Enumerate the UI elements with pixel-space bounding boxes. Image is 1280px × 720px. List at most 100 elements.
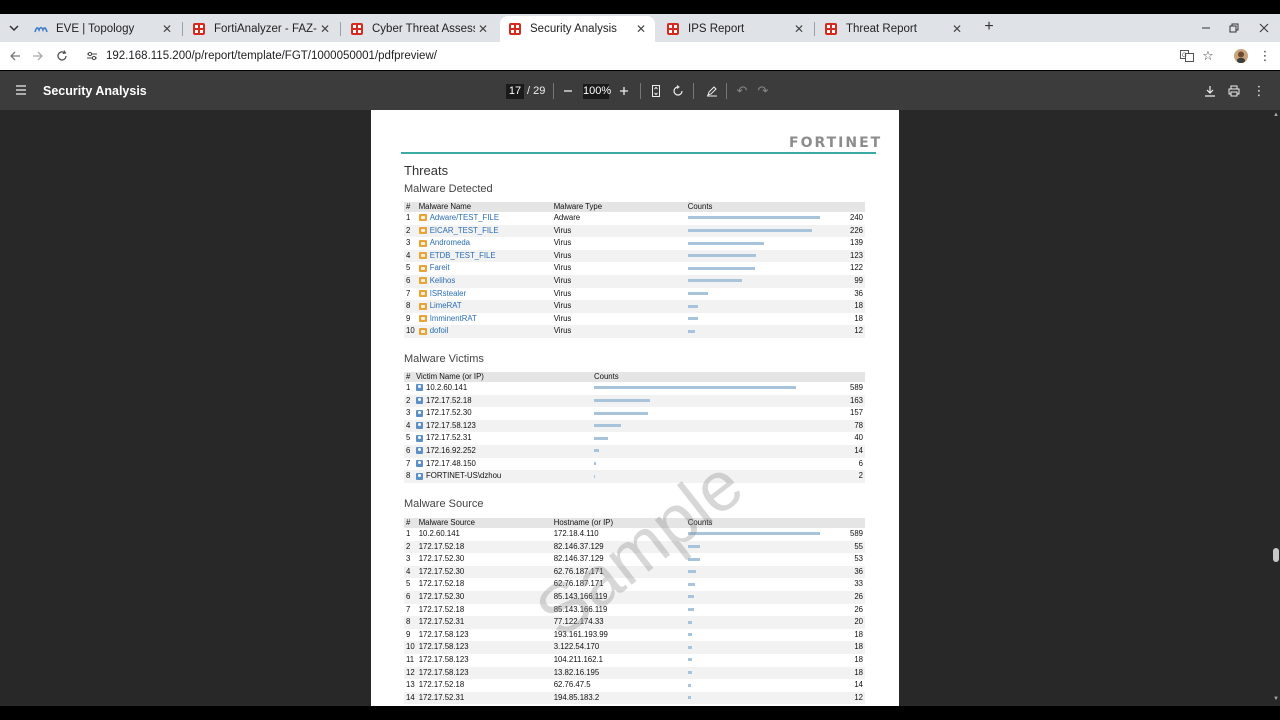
back-button[interactable] [5,46,25,66]
count-bar-cell [592,382,841,395]
hostname: 62.76.187.171 [551,565,686,579]
count-bar-cell [686,629,841,642]
scrollbar-thumb[interactable] [1273,548,1279,562]
sidebar-menu-button[interactable] [14,83,28,97]
fortinet-icon [666,22,680,36]
forward-button[interactable] [28,46,48,66]
translate-button[interactable]: G [1177,46,1197,66]
count-bar-cell [685,224,841,238]
tab-6[interactable]: Threat Report ✕ [816,16,971,42]
close-tab-icon[interactable]: ✕ [633,21,649,37]
close-tab-icon[interactable]: ✕ [475,21,491,37]
malware-source: 172.17.52.30 [416,565,552,579]
count-value: 18 [841,300,865,313]
close-tab-icon[interactable]: ✕ [791,21,807,37]
tab-4[interactable]: Security Analysis ✕ [500,16,655,42]
undo-button[interactable]: ↶ [733,82,751,100]
rotate-button[interactable] [669,82,687,100]
malware-name-link[interactable]: dofoil [430,326,449,335]
count-bar-cell [592,407,841,420]
row-index: 8 [404,616,417,629]
victim-name: 172.17.48.150 [414,458,592,471]
tab-2[interactable]: FortiAnalyzer - FAZ-01 - Reports✕ [184,16,339,42]
row-index: 6 [404,274,417,288]
fit-page-button[interactable] [647,82,665,100]
row-index: 12 [404,666,417,680]
count-value: 163 [841,394,865,408]
restore-button[interactable] [1224,18,1244,38]
profile-button[interactable] [1231,46,1251,66]
table-row: 9 ImminentRAT Virus 18 [404,313,865,326]
close-window-button[interactable] [1254,18,1274,38]
close-tab-icon[interactable]: ✕ [317,21,333,37]
scroll-up-icon[interactable]: ▲ [1273,112,1279,118]
malware-name-link[interactable]: LimeRAT [430,301,462,310]
tab-1[interactable]: EVE | Topology ✕ [26,16,181,42]
close-tab-icon[interactable]: ✕ [159,21,175,37]
browser-menu-button[interactable]: ⋮ [1255,46,1275,66]
reload-button[interactable] [52,46,72,66]
table-row: 10 dofoil Virus 12 [404,325,865,338]
page-total: / 29 [527,85,546,97]
site-info-icon[interactable] [84,48,100,64]
malware-name-link[interactable]: Kelihos [430,276,456,285]
zoom-input[interactable]: 100% [583,84,611,99]
table-row: 8 FORTINET-US\dzhou 2 [404,470,865,483]
minimize-button[interactable] [1196,18,1216,38]
table-row: 1 10.2.60.141 589 [404,382,865,395]
zoom-out-button[interactable] [559,82,577,100]
tab-3[interactable]: Cyber Threat Assessment✕ [342,16,497,42]
page-number-input[interactable]: 17 [506,84,524,99]
bookmark-button[interactable]: ☆ [1198,46,1218,66]
count-bar [687,582,695,586]
redo-button[interactable]: ↷ [754,82,772,100]
malware-name-link[interactable]: ImminentRAT [430,314,477,323]
table-row: 10 172.17.58.123 3.122.54.170 18 [404,641,865,654]
count-bar-cell [685,616,841,629]
close-tab-icon[interactable]: ✕ [949,21,965,37]
print-button[interactable] [1225,82,1243,100]
count-value: 40 [841,432,865,445]
tab-5[interactable]: IPS Report ✕ [658,16,813,42]
row-index-text: 4 [406,250,411,260]
malware-name-link[interactable]: EICAR_TEST_FILE [430,226,499,235]
translate-icon: G [1180,50,1194,62]
malware-name-link[interactable]: Adware/TEST_FILE [430,213,499,222]
hamburger-icon [16,85,26,95]
pdf-more-button[interactable]: ⋮ [1250,82,1268,100]
malware-detected-title: Malware Detected [404,183,493,195]
row-index: 3 [404,553,417,566]
chevron-down-icon [9,25,19,31]
scrollbar[interactable]: ▲ ▼ [1272,110,1280,706]
malware-name-link[interactable]: ISRstealer [430,289,466,298]
address-bar[interactable]: 192.168.115.200/p/report/template/FGT/10… [78,45,1178,67]
zoom-in-button[interactable] [615,82,633,100]
count-value: 99 [841,274,865,288]
table-row: 1 Adware/TEST_FILE Adware 240 [404,212,865,225]
malware-name-link[interactable]: Andromeda [430,238,470,247]
malware-type-text: Virus [553,326,572,336]
table-row: 4 172.17.58.123 78 [404,419,865,433]
new-tab-button[interactable]: + [980,18,998,36]
victim-name-text: FORTINET-US\dzhou [426,471,502,481]
malware-type-text: Virus [553,313,572,323]
hostname: 104.211.162.1 [552,654,686,667]
victim-name-text: 172.17.52.31 [426,433,472,443]
annotate-button[interactable] [703,82,721,100]
malware-name-cell: ImminentRAT [417,313,552,326]
count-value-text: 12 [854,326,863,336]
malware-name-link[interactable]: ETDB_TEST_FILE [430,251,496,260]
avatar [1234,49,1248,63]
scroll-down-icon[interactable]: ▼ [1273,696,1279,702]
tab-search-button[interactable] [4,18,24,38]
hostname: 193.161.193.99 [552,629,686,642]
malware-name-link[interactable]: Fareit [430,263,450,272]
row-index-text: 6 [406,591,411,601]
download-button[interactable] [1201,82,1219,100]
count-value-text: 40 [854,433,863,443]
count-value: 18 [841,654,865,667]
pdf-viewport[interactable]: FORTINET Threats Malware Detected # Malw… [0,110,1280,706]
count-value: 36 [841,565,865,579]
malware-name-cell: LimeRAT [416,300,552,313]
malware-icon [418,252,427,260]
